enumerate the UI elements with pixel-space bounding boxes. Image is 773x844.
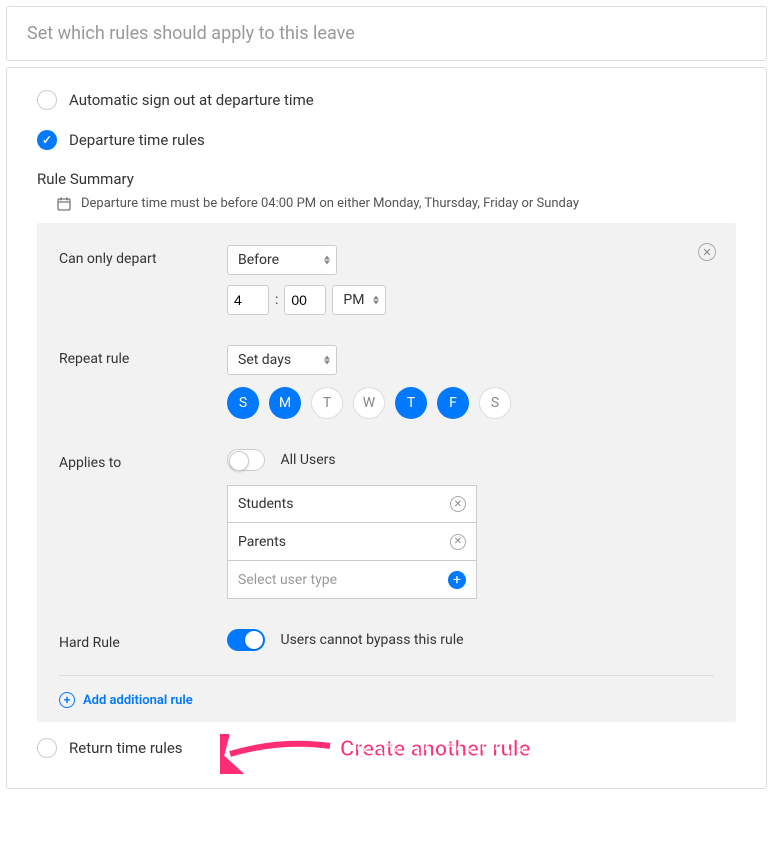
time-hour-input[interactable] (227, 285, 269, 315)
option-label: Departure time rules (69, 131, 205, 149)
radio-checked-icon (37, 130, 57, 150)
day-picker: S M T W T F S (227, 387, 714, 419)
day-monday[interactable]: M (269, 387, 301, 419)
hard-rule-label: Hard Rule (59, 629, 227, 651)
user-type-item: Parents ✕ (227, 523, 477, 561)
applies-all-toggle[interactable] (227, 449, 265, 471)
day-saturday[interactable]: S (479, 387, 511, 419)
rule-summary-title: Rule Summary (37, 170, 736, 188)
time-minute-input[interactable] (284, 285, 326, 315)
page-header: Set which rules should apply to this lea… (6, 6, 767, 61)
radio-icon (37, 90, 57, 110)
repeat-mode-value: Set days (238, 352, 291, 368)
time-period-value: PM (343, 292, 364, 308)
applies-all-label: All Users (280, 452, 335, 468)
select-caret-icon (324, 256, 330, 265)
day-wednesday[interactable]: W (353, 387, 385, 419)
select-caret-icon (373, 296, 379, 305)
option-auto-signout[interactable]: Automatic sign out at departure time (37, 90, 736, 110)
time-colon: : (275, 292, 278, 308)
applies-label: Applies to (59, 449, 227, 471)
day-sunday[interactable]: S (227, 387, 259, 419)
depart-label: Can only depart (59, 245, 227, 267)
calendar-icon (57, 197, 71, 211)
page-title: Set which rules should apply to this lea… (27, 23, 355, 44)
rule-summary-text: Departure time must be before 04:00 PM o… (57, 196, 736, 211)
close-rule-button[interactable]: ✕ (698, 243, 716, 261)
plus-icon: + (448, 571, 466, 589)
radio-icon (37, 738, 57, 758)
user-type-label: Parents (238, 534, 286, 550)
add-rule-label: Add additional rule (83, 693, 193, 708)
time-period-select[interactable]: PM (332, 285, 386, 315)
remove-user-type-button[interactable]: ✕ (450, 496, 466, 512)
add-user-type-placeholder: Select user type (238, 572, 337, 588)
hard-rule-toggle[interactable] (227, 629, 265, 651)
repeat-label: Repeat rule (59, 345, 227, 367)
rule-editor: ✕ Can only depart Before : PM (37, 223, 736, 722)
rule-summary-body: Departure time must be before 04:00 PM o… (81, 196, 579, 211)
day-tuesday[interactable]: T (311, 387, 343, 419)
add-user-type-row[interactable]: Select user type + (227, 561, 477, 599)
divider (59, 675, 714, 676)
select-caret-icon (324, 356, 330, 365)
day-friday[interactable]: F (437, 387, 469, 419)
user-type-item: Students ✕ (227, 485, 477, 523)
hard-rule-text: Users cannot bypass this rule (280, 632, 463, 648)
option-label: Automatic sign out at departure time (69, 91, 314, 109)
depart-condition-value: Before (238, 252, 279, 268)
remove-user-type-button[interactable]: ✕ (450, 534, 466, 550)
depart-condition-select[interactable]: Before (227, 245, 337, 275)
rules-panel: Automatic sign out at departure time Dep… (6, 67, 767, 789)
applies-user-list: Students ✕ Parents ✕ Select user type + (227, 485, 477, 599)
add-additional-rule-button[interactable]: + Add additional rule (59, 692, 193, 708)
day-thursday[interactable]: T (395, 387, 427, 419)
option-departure-rules[interactable]: Departure time rules (37, 130, 736, 150)
annotation-text: Create another rule (340, 737, 530, 762)
plus-circle-icon: + (59, 692, 75, 708)
option-label: Return time rules (69, 739, 183, 757)
user-type-label: Students (238, 496, 293, 512)
repeat-mode-select[interactable]: Set days (227, 345, 337, 375)
